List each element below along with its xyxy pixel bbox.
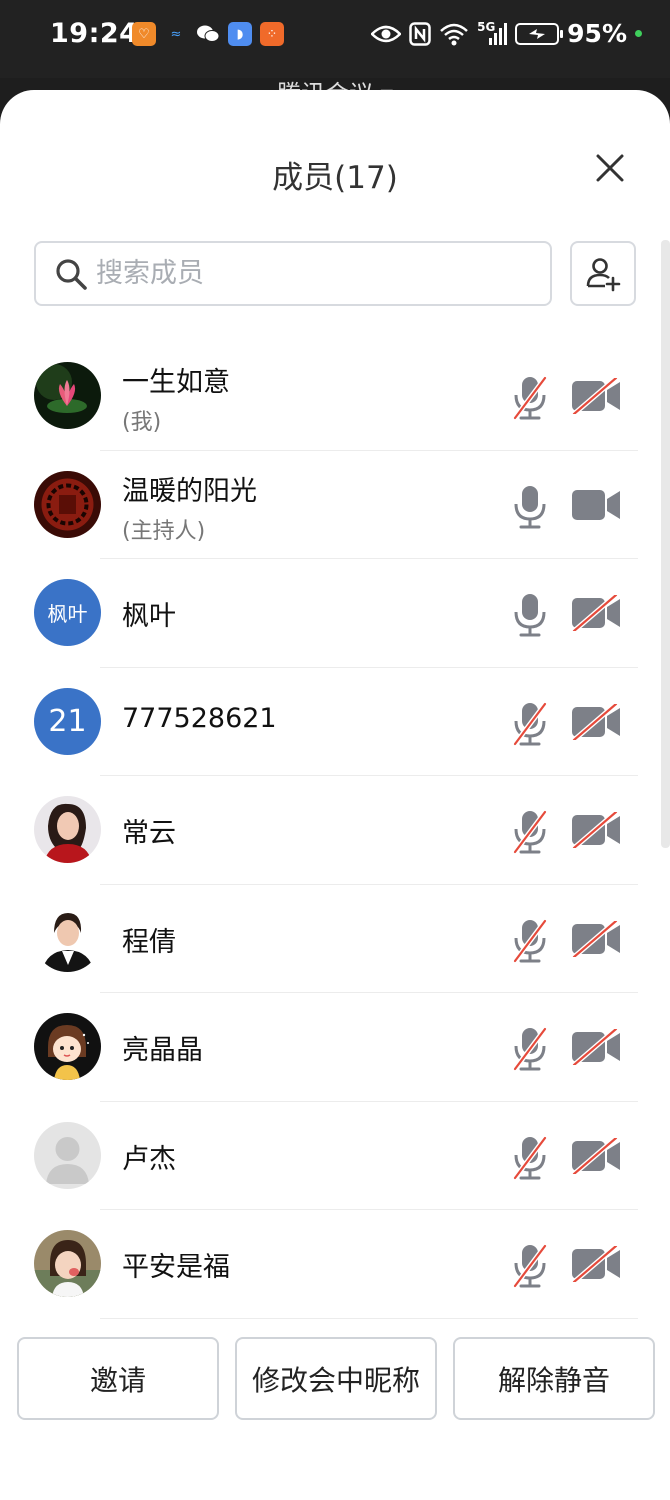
close-icon xyxy=(596,154,624,182)
camera-off-icon[interactable] xyxy=(570,376,622,416)
search-box[interactable] xyxy=(34,241,552,306)
member-row[interactable]: 亮晶晶 xyxy=(0,993,670,1102)
mic-muted-icon[interactable] xyxy=(510,809,550,855)
mic-icon[interactable] xyxy=(510,592,550,638)
member-name: 亮晶晶 xyxy=(122,1035,203,1066)
mic-muted-icon[interactable] xyxy=(510,918,550,964)
avatar xyxy=(34,1013,101,1080)
mic-muted-icon[interactable] xyxy=(510,375,550,421)
camera-off-icon[interactable] xyxy=(570,1135,622,1176)
cloud-app-icon: ≈ xyxy=(170,26,182,42)
member-name: 平安是福 xyxy=(122,1252,230,1283)
camera-off-icon[interactable] xyxy=(570,1244,622,1284)
search-icon xyxy=(56,258,87,290)
avatar xyxy=(34,796,101,863)
avatar xyxy=(34,470,101,538)
network-type: 5G xyxy=(477,19,496,34)
camera-off-icon[interactable] xyxy=(570,1027,622,1067)
member-list: 一生如意 (我) 温暖的阳光 (主持人) 枫叶 枫叶 21 777528621 常云程倩亮晶晶卢… xyxy=(0,342,670,1319)
app-grid-icon: ⁘ xyxy=(260,22,284,46)
rename-button[interactable]: 修改会中昵称 xyxy=(235,1337,437,1420)
row-divider xyxy=(100,1317,638,1319)
member-row[interactable]: 枫叶 枫叶 xyxy=(0,559,670,668)
avatar xyxy=(34,362,101,429)
unmute-button[interactable]: 解除静音 xyxy=(453,1337,655,1420)
camera-off-icon[interactable] xyxy=(570,810,622,850)
shield-app-icon: ♡ xyxy=(132,22,156,46)
member-name: 程倩 xyxy=(122,926,176,958)
members-panel: 成员(17) 一生如意 (我) 温暖的阳光 (主持人) 枫叶 枫叶 21 777528621 常… xyxy=(0,90,670,1500)
member-name: 常云 xyxy=(122,818,176,849)
status-bar: 19:24 ♡ ≈ ◗ ⁘ 5G 95% xyxy=(0,0,670,78)
avatar: 21 xyxy=(34,687,101,755)
eye-icon xyxy=(371,24,402,44)
add-person-icon xyxy=(586,257,621,291)
add-member-button[interactable] xyxy=(570,241,636,306)
search-input[interactable] xyxy=(96,258,516,289)
avatar xyxy=(34,1121,101,1189)
camera-icon[interactable] xyxy=(570,487,622,523)
status-indicators: 5G 95% xyxy=(371,19,642,48)
notification-icons: ♡ ≈ ◗ ⁘ xyxy=(132,22,284,46)
avatar-initials: 枫叶 xyxy=(47,602,88,626)
mic-muted-icon[interactable] xyxy=(510,1135,550,1181)
member-name: 一生如意 xyxy=(122,367,230,398)
mic-icon[interactable] xyxy=(510,484,550,530)
invite-button[interactable]: 邀请 xyxy=(17,1337,219,1420)
action-bar: 邀请 修改会中昵称 解除静音 xyxy=(0,1334,670,1500)
member-row[interactable]: 卢杰 xyxy=(0,1102,670,1210)
member-row[interactable]: 程倩 xyxy=(0,885,670,993)
mic-muted-icon[interactable] xyxy=(510,701,550,747)
mic-muted-icon[interactable] xyxy=(510,1026,550,1072)
close-button[interactable] xyxy=(590,148,630,188)
camera-off-icon[interactable] xyxy=(570,918,622,959)
member-role: (我) xyxy=(122,410,162,435)
status-time: 19:24 xyxy=(50,18,139,49)
nfc-icon xyxy=(409,21,431,46)
signal-icon: 5G xyxy=(477,19,508,46)
member-row[interactable]: 常云 xyxy=(0,776,670,885)
member-name: 枫叶 xyxy=(122,601,176,632)
member-row[interactable]: 平安是福 xyxy=(0,1210,670,1319)
battery-icon xyxy=(515,22,564,45)
member-name: 卢杰 xyxy=(122,1143,176,1175)
member-name: 777528621 xyxy=(122,702,277,734)
mic-muted-icon[interactable] xyxy=(510,1243,550,1289)
avatar xyxy=(34,1230,101,1297)
browser-app-icon: ◗ xyxy=(228,22,252,46)
member-role: (主持人) xyxy=(122,518,206,544)
member-row[interactable]: 21 777528621 xyxy=(0,668,670,776)
avatar-initials: 21 xyxy=(48,703,87,739)
member-row[interactable]: 一生如意 (我) xyxy=(0,342,670,451)
wifi-icon xyxy=(439,22,469,46)
wechat-icon xyxy=(196,22,220,46)
camera-off-icon[interactable] xyxy=(570,701,622,742)
avatar: 枫叶 xyxy=(34,579,101,646)
camera-off-icon[interactable] xyxy=(570,593,622,633)
avatar xyxy=(34,904,101,972)
panel-title: 成员(17) xyxy=(272,160,398,196)
member-row[interactable]: 温暖的阳光 (主持人) xyxy=(0,451,670,559)
privacy-indicator-dot xyxy=(635,30,642,37)
member-name: 温暖的阳光 xyxy=(122,475,257,507)
battery-percent: 95% xyxy=(567,19,627,48)
